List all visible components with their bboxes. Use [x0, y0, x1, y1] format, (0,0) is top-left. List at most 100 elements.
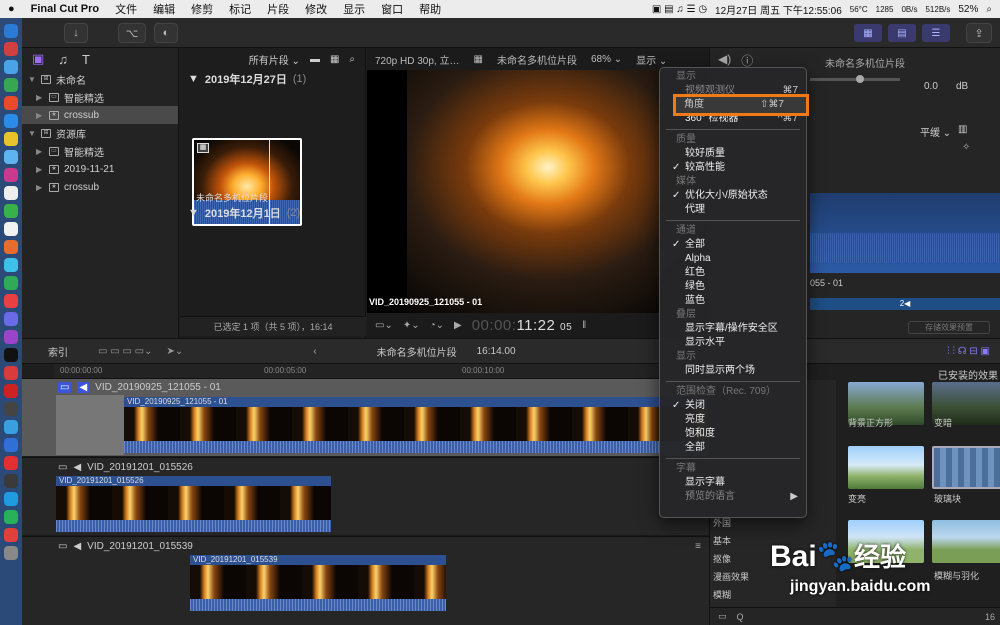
- library-item[interactable]: ▼ ⊞ 资源库: [22, 124, 178, 142]
- menu-clip[interactable]: 片段: [259, 1, 297, 17]
- zoom-menu[interactable]: 68% ⌄: [591, 54, 622, 65]
- disclosure-icon[interactable]: ▼: [188, 73, 199, 85]
- search-icon[interactable]: ⌕: [349, 54, 355, 65]
- clip-filter[interactable]: 所有片段 ⌄: [249, 52, 300, 67]
- category-item[interactable]: 基本: [713, 534, 731, 547]
- video-filmstrip[interactable]: [124, 407, 709, 441]
- keywords-button[interactable]: ⌥: [118, 23, 146, 43]
- background-tasks-button[interactable]: ◐: [154, 23, 178, 43]
- video-monitor-icon[interactable]: ▭: [58, 462, 67, 473]
- app-icon[interactable]: [4, 312, 18, 326]
- menu-item[interactable]: 亮度: [660, 413, 806, 427]
- magic-wand-icon[interactable]: ✧: [962, 142, 970, 153]
- enhance-icon[interactable]: ✦⌄: [403, 320, 420, 331]
- angle-lane[interactable]: ▭ ◀ VID_20191201_015539 ≡ VID_20191201_0…: [22, 536, 709, 625]
- disclosure-icon[interactable]: ▼: [28, 129, 36, 138]
- angle-menu-item-highlight[interactable]: 角度 ⇧⌘7: [673, 94, 809, 116]
- photos-icon[interactable]: ♫: [58, 52, 68, 67]
- battery-percent[interactable]: 52%: [958, 4, 978, 15]
- calendar-icon[interactable]: [4, 186, 18, 200]
- libraries-icon[interactable]: ▣: [32, 51, 44, 67]
- disclosure-icon[interactable]: ▶: [36, 165, 44, 174]
- menu-modify[interactable]: 修改: [297, 1, 335, 17]
- app-icon[interactable]: [4, 492, 18, 506]
- timecode-display[interactable]: 00:00:11:22 05: [472, 317, 572, 334]
- index-button[interactable]: 索引: [48, 344, 68, 359]
- video-monitor-icon[interactable]: ▭: [58, 541, 67, 552]
- apple-menu-icon[interactable]: ●: [0, 3, 23, 15]
- search-icon[interactable]: Q: [737, 612, 744, 622]
- angle-view-icon[interactable]: ▦: [474, 54, 483, 65]
- finder-icon[interactable]: [4, 24, 18, 38]
- menu-item[interactable]: 较高性能 ✓: [660, 161, 806, 175]
- category-item[interactable]: 漫画效果: [713, 570, 749, 583]
- terminal-icon[interactable]: [4, 402, 18, 416]
- menu-help[interactable]: 帮助: [411, 1, 449, 17]
- search-icon[interactable]: ⌕: [986, 4, 992, 15]
- menu-mark[interactable]: 标记: [221, 1, 259, 17]
- app-icon[interactable]: [4, 240, 18, 254]
- audio-waveform-strip[interactable]: [124, 441, 709, 453]
- app-icon[interactable]: [4, 132, 18, 146]
- angle-header[interactable]: ▭ ◀ VID_20190925_121055 - 01: [58, 382, 221, 393]
- menu-item[interactable]: 同时显示两个场: [660, 364, 806, 378]
- app-icon[interactable]: [4, 114, 18, 128]
- menu-item[interactable]: Alpha: [660, 252, 806, 266]
- library-item[interactable]: ▶ ▭ 智能精选: [22, 88, 178, 106]
- app-icon[interactable]: [4, 168, 18, 182]
- library-item[interactable]: ▶ ★ crossub: [22, 178, 178, 196]
- audio-monitor-icon[interactable]: ◀: [73, 462, 81, 473]
- volume-slider-handle[interactable]: [856, 75, 864, 83]
- disclosure-icon[interactable]: ▶: [36, 147, 44, 156]
- save-preset-button[interactable]: 存储效果预置: [908, 321, 990, 334]
- audio-monitor-icon[interactable]: ◀: [77, 382, 90, 393]
- volume-value[interactable]: 0.0: [924, 81, 938, 92]
- audio-waveform-strip[interactable]: [56, 520, 331, 532]
- speed-icon[interactable]: ◔⌄: [430, 320, 444, 331]
- library-item[interactable]: ▶ ★ crossub: [22, 106, 178, 124]
- app-icon[interactable]: [4, 384, 18, 398]
- chrome-icon[interactable]: [4, 96, 18, 110]
- category-item[interactable]: 抠像: [713, 552, 731, 565]
- status-icons[interactable]: ▣ ▤ ♫ ☰ ◷: [652, 4, 707, 15]
- menu-item[interactable]: 显示字幕/操作安全区: [660, 322, 806, 336]
- menu-file[interactable]: 文件: [107, 1, 145, 17]
- menu-window[interactable]: 窗口: [373, 1, 411, 17]
- disclosure-icon[interactable]: ▶: [36, 93, 44, 102]
- menu-item[interactable]: 代理: [660, 203, 806, 217]
- app-icon[interactable]: [4, 528, 18, 542]
- transform-tools-icon[interactable]: ▭⌄: [375, 320, 393, 331]
- show-timeline-toggle[interactable]: ▤: [888, 24, 916, 42]
- audio-waveform-strip[interactable]: [190, 599, 446, 611]
- angle-header[interactable]: ▭ ◀ VID_20191201_015539: [58, 541, 193, 552]
- video-filmstrip[interactable]: [56, 486, 331, 520]
- app-icon[interactable]: [4, 474, 18, 488]
- podcast-icon[interactable]: [4, 330, 18, 344]
- category-item[interactable]: 模糊: [713, 588, 731, 601]
- app-icon[interactable]: [4, 222, 18, 236]
- show-inspector-toggle[interactable]: ☰: [922, 24, 950, 42]
- menu-item[interactable]: 较好质量: [660, 147, 806, 161]
- angle-badge[interactable]: 2◀: [810, 298, 1000, 310]
- share-button[interactable]: ⇪: [966, 23, 992, 43]
- app-icon[interactable]: [4, 510, 18, 524]
- disclosure-icon[interactable]: ▶: [36, 183, 44, 192]
- menu-item[interactable]: 角度 ⇧⌘7: [662, 98, 792, 112]
- app-icon[interactable]: [4, 60, 18, 74]
- angle-header[interactable]: ▭ ◀ VID_20191201_015526: [58, 462, 193, 473]
- menu-item[interactable]: 饱和度: [660, 427, 806, 441]
- graph-icon[interactable]: ▥: [958, 124, 967, 135]
- lane-options-icon[interactable]: ≡: [695, 541, 701, 552]
- datetime[interactable]: 12月27日 周五 下午12:55:06: [715, 2, 842, 17]
- menu-trim[interactable]: 修剪: [183, 1, 221, 17]
- sidebar-toggle-icon[interactable]: ▭: [718, 611, 727, 622]
- volume-slider[interactable]: [810, 78, 900, 81]
- video-filmstrip[interactable]: [190, 565, 446, 599]
- menu-view[interactable]: 显示: [335, 1, 373, 17]
- disclosure-icon[interactable]: ▼: [188, 207, 199, 219]
- menu-edit[interactable]: 编辑: [145, 1, 183, 17]
- audio-meter-icon[interactable]: ‖: [582, 320, 586, 331]
- menu-item[interactable]: 蓝色: [660, 294, 806, 308]
- app-icon[interactable]: [4, 42, 18, 56]
- app-icon[interactable]: [4, 294, 18, 308]
